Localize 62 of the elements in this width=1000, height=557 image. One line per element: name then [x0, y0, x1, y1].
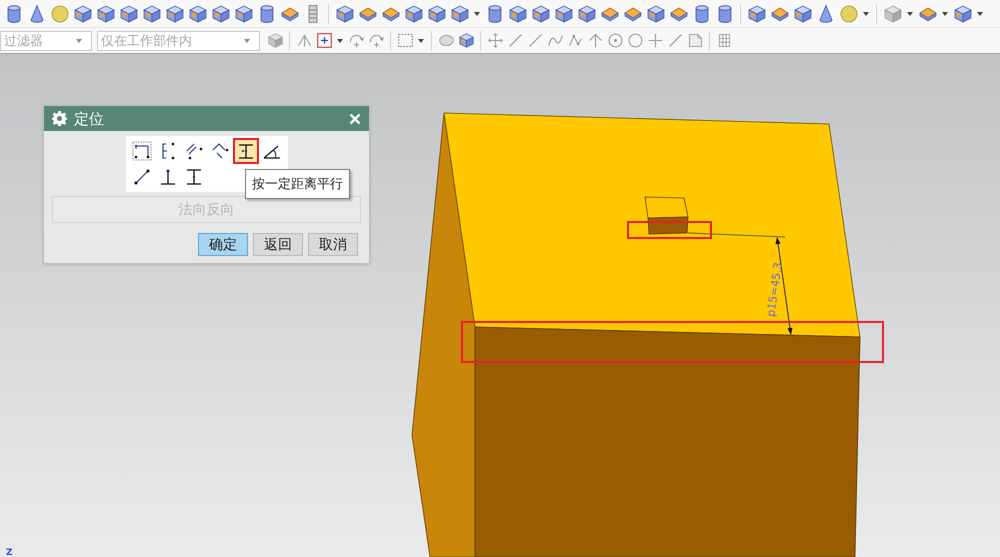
circle-dot-icon[interactable]: [606, 32, 624, 49]
cube-icon[interactable]: [188, 4, 208, 24]
dashed-rectangle-icon[interactable]: [396, 32, 414, 49]
dimension-text: p15=45.3: [764, 262, 785, 318]
small-block: [644, 196, 688, 234]
settings-icon: [52, 111, 67, 126]
cube-icon[interactable]: [508, 4, 528, 24]
line-icon[interactable]: [526, 32, 544, 49]
cube-icon[interactable]: [234, 4, 254, 24]
sphere-icon[interactable]: [50, 4, 70, 24]
caret-icon[interactable]: [418, 38, 424, 42]
caret-icon: [76, 38, 82, 42]
cube-icon[interactable]: [576, 4, 596, 24]
page-icon[interactable]: [686, 32, 704, 49]
cube-icon[interactable]: [266, 32, 284, 49]
tooltip: 按一定距离平行: [245, 169, 350, 199]
dialog-title: 定位: [74, 110, 105, 128]
cube-icon[interactable]: [792, 4, 812, 24]
cube-icon[interactable]: [450, 4, 470, 24]
cube-icon[interactable]: [530, 4, 550, 24]
caret-icon: [244, 38, 250, 42]
close-button[interactable]: [349, 112, 361, 124]
cube-icon[interactable]: [96, 4, 116, 24]
dialog-button[interactable]: 确定: [198, 233, 248, 256]
cube-icon[interactable]: [334, 4, 354, 24]
cube-icon[interactable]: [404, 4, 424, 24]
caret-icon[interactable]: [942, 12, 948, 16]
curved-arrow-icon[interactable]: [348, 32, 364, 49]
sphere-icon[interactable]: [838, 4, 858, 24]
cube-icon[interactable]: [882, 4, 902, 24]
cube-icon[interactable]: [118, 4, 138, 24]
axis-label: Z: [6, 548, 13, 557]
cube-icon[interactable]: [554, 4, 574, 24]
caret-icon[interactable]: [337, 38, 343, 42]
cube-icon[interactable]: [164, 4, 184, 24]
horizontal-dimension-icon: [132, 141, 152, 161]
move-icon[interactable]: [486, 32, 504, 49]
cube-icon[interactable]: [952, 4, 972, 24]
selection-icon[interactable]: [316, 32, 332, 49]
point-to-point-icon: [132, 167, 152, 187]
line-icon[interactable]: [666, 32, 684, 49]
cube-icon[interactable]: [426, 4, 446, 24]
dialog-button[interactable]: 返回: [253, 233, 303, 256]
cube-icon[interactable]: [458, 32, 474, 49]
method-button[interactable]: [232, 138, 258, 164]
caret-icon[interactable]: [474, 12, 480, 16]
perpendicular-icon[interactable]: [586, 32, 604, 49]
cube-icon[interactable]: [210, 4, 230, 24]
caret-icon[interactable]: [863, 12, 869, 16]
curved-arrow-icon[interactable]: [368, 32, 384, 49]
caret-icon[interactable]: [977, 12, 983, 16]
disk-icon[interactable]: [438, 32, 454, 49]
caret-icon[interactable]: [907, 12, 913, 16]
cube-icon[interactable]: [72, 4, 92, 24]
close-icon: [349, 112, 361, 124]
cube-icon[interactable]: [746, 4, 766, 24]
line-icon[interactable]: [506, 32, 524, 49]
cube-icon[interactable]: [646, 4, 666, 24]
cube-icon[interactable]: [142, 4, 162, 24]
dialog-button[interactable]: 取消: [308, 233, 358, 256]
circle-icon[interactable]: [626, 32, 644, 49]
plus-icon[interactable]: [646, 32, 664, 49]
